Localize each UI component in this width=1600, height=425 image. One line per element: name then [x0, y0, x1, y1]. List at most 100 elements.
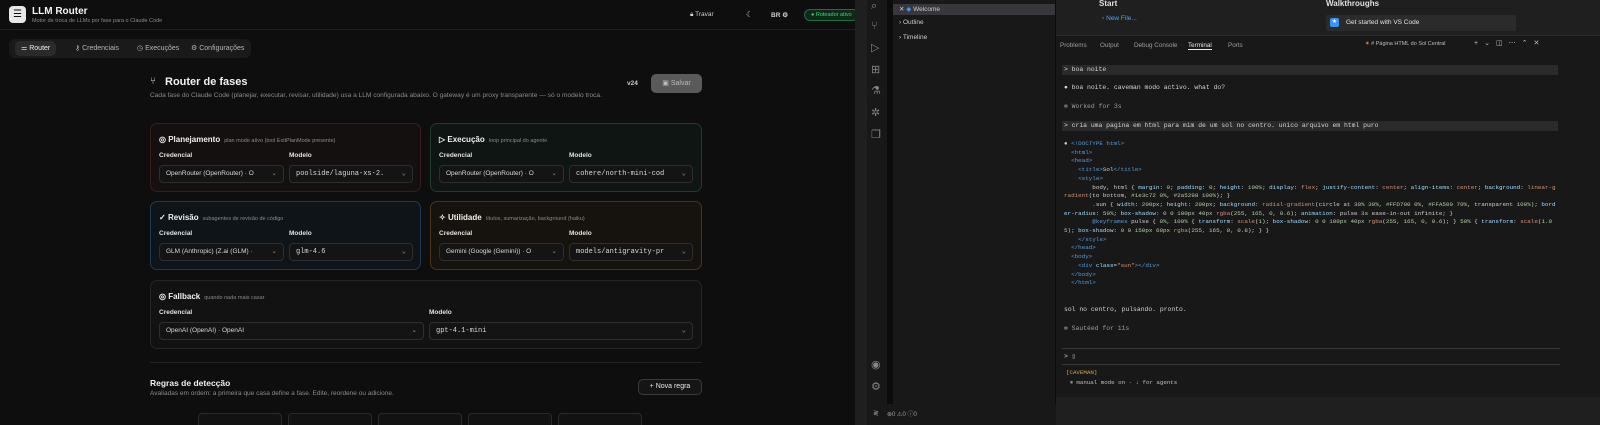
explorer-item-label: Outline — [902, 19, 924, 26]
credencial-label: Credencial — [159, 309, 193, 316]
app-title: LLM Router — [32, 6, 88, 17]
phase-title-text: Revisão — [167, 213, 199, 222]
info-icon: ⓘ — [907, 412, 914, 418]
chevron-down-icon: ⌄ — [551, 170, 557, 177]
phase-card-execucao: ▷ Execução loop principal do agente Crede… — [430, 123, 702, 192]
close-icon[interactable]: ✕ — [1533, 40, 1545, 47]
lock-label: Travar — [695, 11, 714, 18]
mode-hint: ⏸ manual mode on · ↓ for agents — [1070, 379, 1178, 386]
modelo-label: Modelo — [289, 230, 312, 237]
extensions-icon[interactable]: ⊞ — [871, 63, 880, 76]
phase-title: ✧ Utilidade títulos, sumarização, backgro… — [439, 213, 585, 222]
start-heading: Start — [1099, 0, 1118, 8]
new-file-label: New File... — [1106, 15, 1137, 22]
modelo-value: gpt-4.1-mini — [436, 327, 487, 335]
chevron-down-icon[interactable]: ⌄ — [1484, 40, 1496, 47]
panel-actions: +⌄◫⋯⌃✕ — [1474, 39, 1545, 47]
tab-debug-console[interactable]: Debug Console — [1134, 42, 1177, 49]
tab-configuracoes[interactable]: ⚙ Configurações — [191, 44, 244, 52]
phase-title-text: Fallback — [168, 292, 201, 301]
new-file-link[interactable]: ▫ New File... — [1102, 15, 1137, 22]
modelo-select[interactable]: cohere/north-mini-cod ⌄ — [569, 165, 693, 183]
flask-icon[interactable]: ⚗ — [871, 84, 881, 97]
credencial-value: Gemini (Google (Gemini)) · O — [446, 248, 532, 255]
version-label: v24 — [627, 80, 638, 87]
explorer-item-timeline[interactable]: › Timeline — [899, 34, 927, 41]
save-button[interactable]: ▣ Salvar — [651, 74, 702, 93]
phase-subtitle: quando nada mais casar — [204, 295, 265, 301]
add-terminal-icon[interactable]: + — [1474, 40, 1484, 47]
nav-tabs: ⚌ Router ⚷ Credenciais ◷ Execuções ⚙ Con… — [9, 39, 251, 58]
chevron-down-icon: ⌄ — [681, 327, 686, 335]
explorer-item-welcome[interactable]: ✕ ◆ Welcome — [893, 4, 1055, 15]
tab-output[interactable]: Output — [1100, 42, 1119, 49]
app-subtitle: Motor de troca de LLMs por fase para o C… — [32, 18, 163, 24]
modelo-select[interactable]: poolside/laguna-xs-2. ⌄ — [289, 165, 413, 183]
page-title: Router de fases — [165, 76, 248, 88]
language-label: BR — [771, 12, 781, 19]
modelo-select[interactable]: glm-4.6 ⌄ — [289, 243, 413, 261]
rule-card[interactable] — [198, 413, 282, 425]
sparkle-icon: ✧ — [439, 213, 448, 222]
tab-ports[interactable]: Ports — [1228, 42, 1243, 49]
modelo-value: poolside/laguna-xs-2. — [296, 170, 385, 178]
source-control-icon[interactable]: ⑂ — [871, 20, 878, 32]
new-rule-button[interactable]: + Nova regra — [638, 379, 702, 395]
modelo-label: Modelo — [289, 152, 312, 159]
language-selector[interactable]: BR ⚙ — [771, 11, 788, 19]
clock-icon: ◷ — [137, 45, 146, 52]
modelo-select[interactable]: models/antigravity-pr ⌄ — [569, 243, 693, 261]
avatar[interactable]: ◉ — [871, 358, 881, 371]
tab-credenciais[interactable]: ⚷ Credenciais — [75, 44, 119, 52]
chevron-down-icon: ⌄ — [411, 327, 417, 334]
tab-problems[interactable]: Problems — [1060, 42, 1087, 49]
tab-router[interactable]: ⚌ Router — [15, 41, 57, 56]
rule-card[interactable] — [468, 413, 552, 425]
phase-title-text: Execução — [447, 135, 485, 144]
phase-title: ◎ Fallback quando nada mais casar — [159, 292, 264, 301]
modelo-value: models/antigravity-pr — [576, 248, 665, 256]
run-debug-icon[interactable]: ▷ — [871, 41, 879, 54]
phase-title: ◎ Planejamento plan mode ativo (tool Exit… — [159, 135, 336, 144]
credencial-select[interactable]: OpenRouter (OpenRouter) · O ⌄ — [439, 165, 564, 183]
modelo-value: cohere/north-mini-cod — [576, 170, 665, 178]
rule-card[interactable] — [378, 413, 462, 425]
app-header: ☰ LLM Router Motor de troca de LLMs por … — [0, 0, 872, 30]
target-icon: ◎ — [159, 135, 169, 144]
tab-execucoes[interactable]: ◷ Execuções — [137, 44, 179, 52]
phase-title: ✓ Revisão subagentes de revisão de código — [159, 213, 283, 222]
openai-icon[interactable]: ✲ — [871, 106, 880, 119]
more-icon[interactable]: ⋯ — [1509, 40, 1522, 47]
chevron-down-icon: ⌄ — [401, 248, 406, 256]
get-started-walkthrough[interactable]: ★ Get started with VS Code — [1326, 15, 1516, 31]
credencial-select[interactable]: GLM (Anthropic) (Z.ai (GLM) · ⌄ — [159, 243, 284, 261]
search-icon[interactable]: ⌕ — [871, 0, 877, 13]
terminal-prompt-input[interactable]: > ▯ — [1064, 352, 1076, 360]
cursor-icon: ▯ — [1071, 353, 1076, 360]
modelo-select[interactable]: gpt-4.1-mini ⌄ — [429, 322, 693, 340]
rule-card[interactable] — [558, 413, 642, 425]
files-icon[interactable]: ❐ — [871, 128, 881, 141]
lock-button[interactable]: 🔒︎ Travar — [690, 11, 714, 19]
terminal-instance[interactable]: ✷ # Página HTML do Sol Central — [1365, 41, 1446, 47]
terminal-instance-label: # Página HTML do Sol Central — [1371, 41, 1446, 47]
credencial-value: OpenAI (OpenAI) · OpenAI — [166, 327, 245, 334]
maximize-icon[interactable]: ⌃ — [1522, 40, 1534, 47]
phase-subtitle: plan mode ativo (tool ExitPlanMode prese… — [224, 138, 336, 144]
tab-configuracoes-label: Configurações — [199, 45, 245, 52]
status-label: Roteador ativo — [815, 12, 852, 18]
problems-counter[interactable]: ⊗0 ⚠0 ⓘ0 — [887, 409, 917, 418]
rule-card[interactable] — [288, 413, 372, 425]
remote-icon[interactable]: ≷ — [873, 409, 879, 417]
page-description: Cada fase do Claude Code (planejar, exec… — [150, 92, 602, 99]
split-icon[interactable]: ◫ — [1496, 40, 1509, 47]
gear-icon[interactable]: ⚙ — [871, 380, 881, 393]
chevron-down-icon: ⌄ — [681, 248, 686, 256]
credencial-select[interactable]: OpenAI (OpenAI) · OpenAI ⌄ — [159, 322, 424, 340]
tab-terminal[interactable]: Terminal — [1188, 42, 1212, 50]
credencial-select[interactable]: Gemini (Google (Gemini)) · O ⌄ — [439, 243, 564, 261]
explorer-item-outline[interactable]: › Outline — [899, 19, 924, 26]
credencial-select[interactable]: OpenRouter (OpenRouter) · O ⌄ — [159, 165, 284, 183]
prompt-divider-top — [1062, 348, 1560, 349]
theme-toggle-moon-icon[interactable]: ☾ — [746, 10, 753, 19]
